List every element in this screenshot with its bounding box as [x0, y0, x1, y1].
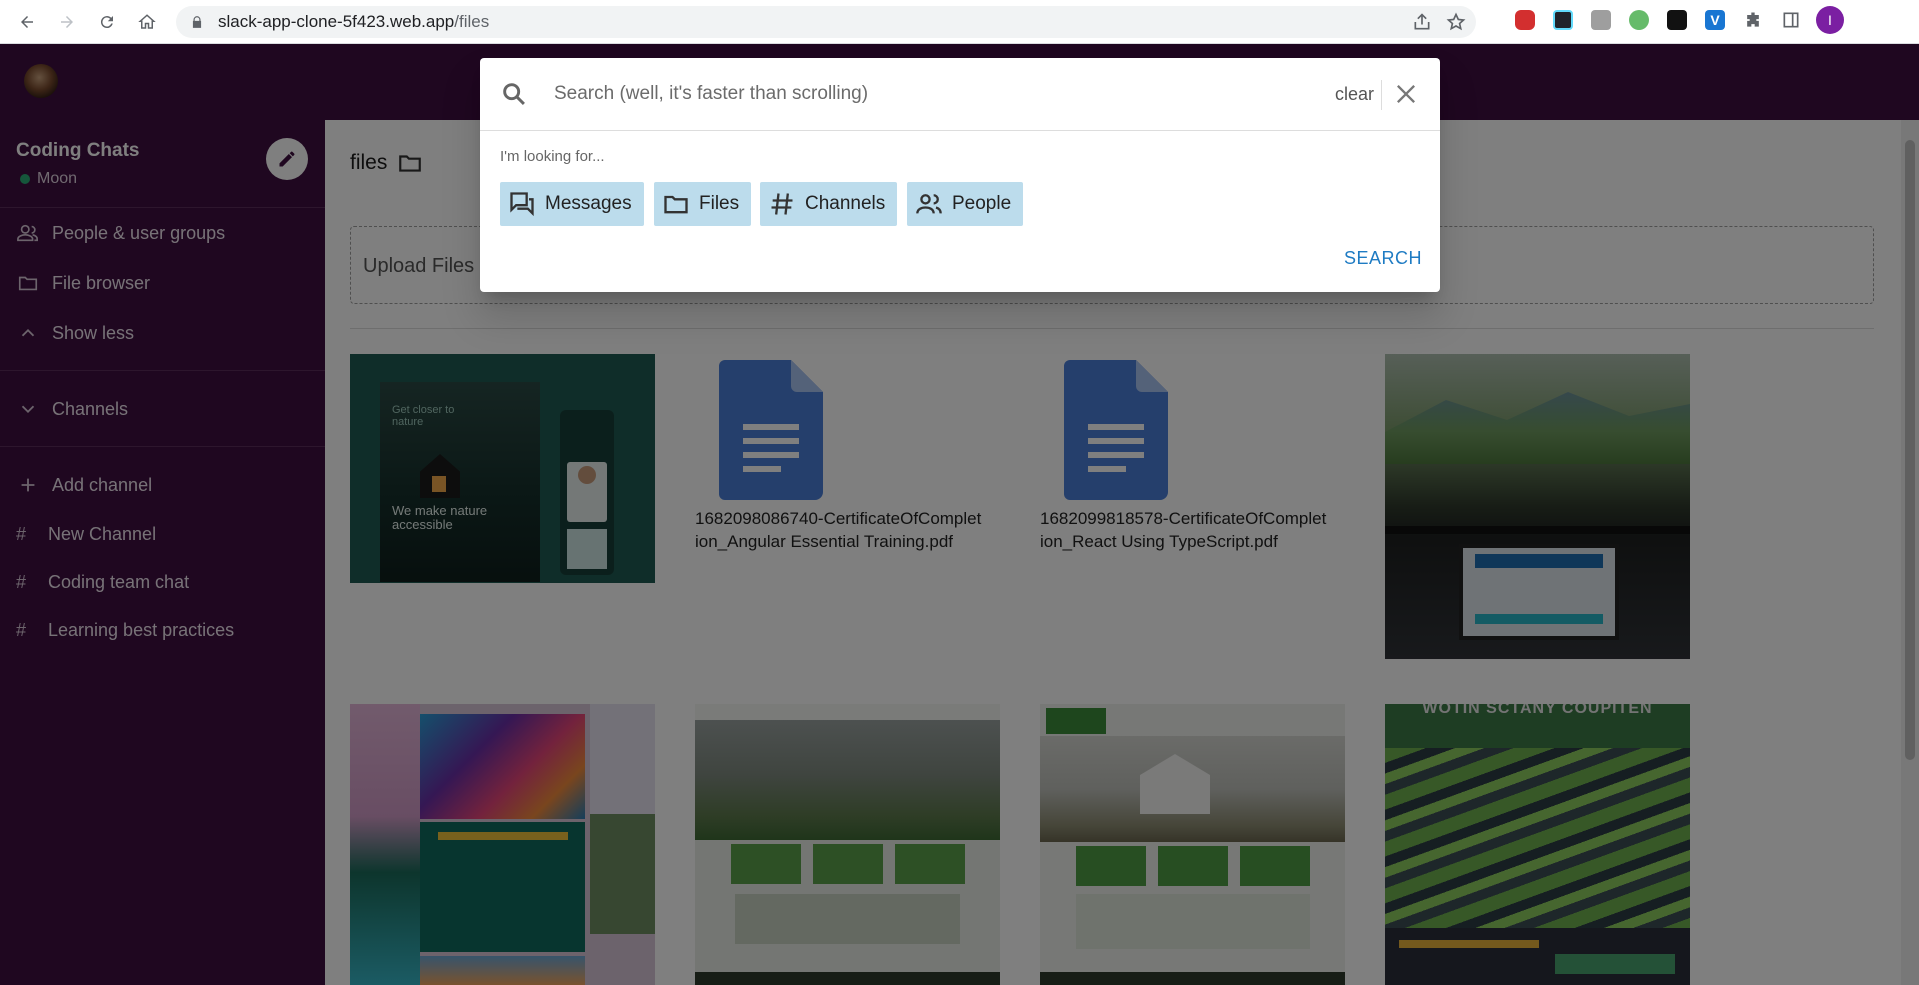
ext-gray-icon[interactable]: [1588, 7, 1614, 33]
dialog-separator: [1381, 80, 1382, 110]
filter-chip-messages[interactable]: Messages: [500, 182, 644, 226]
back-button[interactable]: [14, 9, 40, 35]
search-button[interactable]: SEARCH: [1344, 248, 1422, 269]
home-icon: [138, 13, 156, 29]
messages-icon: [510, 192, 534, 217]
lock-icon: [192, 16, 202, 28]
share-icon[interactable]: [1412, 12, 1432, 32]
profile-avatar[interactable]: I: [1816, 6, 1844, 34]
puzzle-icon[interactable]: [1740, 7, 1766, 33]
url-text: slack-app-clone-5f423.web.app/files: [218, 12, 489, 32]
url-path: /files: [454, 12, 490, 31]
ext-v-icon[interactable]: V: [1702, 7, 1728, 33]
adblock-icon[interactable]: [1512, 7, 1538, 33]
arrow-left-icon: [21, 15, 33, 28]
search-icon: [503, 83, 525, 105]
hash-icon: [771, 193, 793, 215]
people-icon: [916, 194, 942, 214]
chip-label: Channels: [805, 193, 886, 214]
reload-button[interactable]: [94, 9, 120, 35]
filter-chip-channels[interactable]: Channels: [760, 182, 898, 226]
react-devtools-icon[interactable]: [1550, 7, 1576, 33]
arrow-right-icon: [61, 15, 73, 28]
close-icon[interactable]: [1392, 80, 1420, 108]
chip-label: People: [952, 193, 1012, 214]
dialog-divider: [480, 130, 1440, 131]
clear-button[interactable]: clear: [1335, 84, 1374, 105]
home-button[interactable]: [134, 9, 160, 35]
browser-toolbar: slack-app-clone-5f423.web.app/files V I: [0, 0, 1919, 44]
reload-icon: [100, 15, 113, 28]
sidepanel-icon[interactable]: [1778, 7, 1804, 33]
search-input[interactable]: [554, 76, 1294, 112]
forward-button[interactable]: [54, 9, 80, 35]
address-bar[interactable]: slack-app-clone-5f423.web.app/files: [176, 6, 1476, 38]
folder-icon: [664, 195, 688, 214]
filter-chip-people[interactable]: People: [907, 182, 1024, 226]
ext-dark-icon[interactable]: [1664, 7, 1690, 33]
bookmark-star-icon[interactable]: [1446, 12, 1466, 32]
search-dialog: clear I'm looking for... Messages Files …: [480, 58, 1440, 292]
chip-label: Files: [699, 193, 740, 214]
url-host: slack-app-clone-5f423.web.app: [218, 12, 455, 31]
ext-green-icon[interactable]: [1626, 7, 1652, 33]
chip-label: Messages: [545, 193, 632, 214]
filter-prompt: I'm looking for...: [500, 148, 605, 165]
filter-chip-files[interactable]: Files: [654, 182, 752, 226]
extensions-bar: V I: [1512, 6, 1844, 34]
